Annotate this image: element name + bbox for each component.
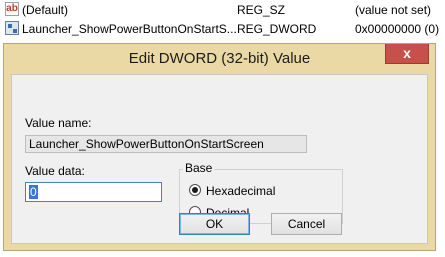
dword-value-icon: [5, 21, 19, 35]
registry-value-type: REG_SZ: [237, 3, 286, 17]
registry-value-name: (Default): [22, 3, 69, 17]
registry-row-launcher[interactable]: Launcher_ShowPowerButtonOnStartS... REG_…: [0, 20, 445, 38]
close-icon: x: [403, 45, 411, 61]
cancel-button[interactable]: Cancel: [271, 213, 342, 235]
base-label: Base: [183, 161, 215, 175]
dialog-body: Value name: Launcher_ShowPowerButtonOnSt…: [11, 74, 428, 244]
edit-dword-dialog: Edit DWORD (32-bit) Value x Value name: …: [3, 43, 436, 251]
string-value-icon: ab: [5, 2, 19, 16]
value-name-label: Value name:: [25, 116, 92, 130]
registry-row-default[interactable]: ab (Default) REG_SZ (value not set): [0, 1, 445, 19]
close-button[interactable]: x: [385, 44, 429, 64]
value-data-label: Value data:: [25, 164, 85, 178]
value-data-input[interactable]: 0: [25, 182, 162, 202]
ok-button[interactable]: OK: [179, 213, 250, 235]
registry-value-data: (value not set): [355, 3, 432, 17]
radio-selected-icon: [189, 184, 201, 196]
dialog-title: Edit DWORD (32-bit) Value: [128, 50, 311, 67]
value-data-text: 0: [29, 185, 38, 199]
dialog-titlebar[interactable]: Edit DWORD (32-bit) Value x: [4, 44, 435, 74]
registry-value-name: Launcher_ShowPowerButtonOnStartS...: [22, 22, 237, 36]
registry-value-type: REG_DWORD: [237, 22, 317, 36]
radio-hexadecimal-label: Hexadecimal: [206, 184, 276, 198]
value-name-field: Launcher_ShowPowerButtonOnStartScreen: [25, 135, 307, 153]
registry-value-data: 0x00000000 (0): [355, 22, 440, 36]
